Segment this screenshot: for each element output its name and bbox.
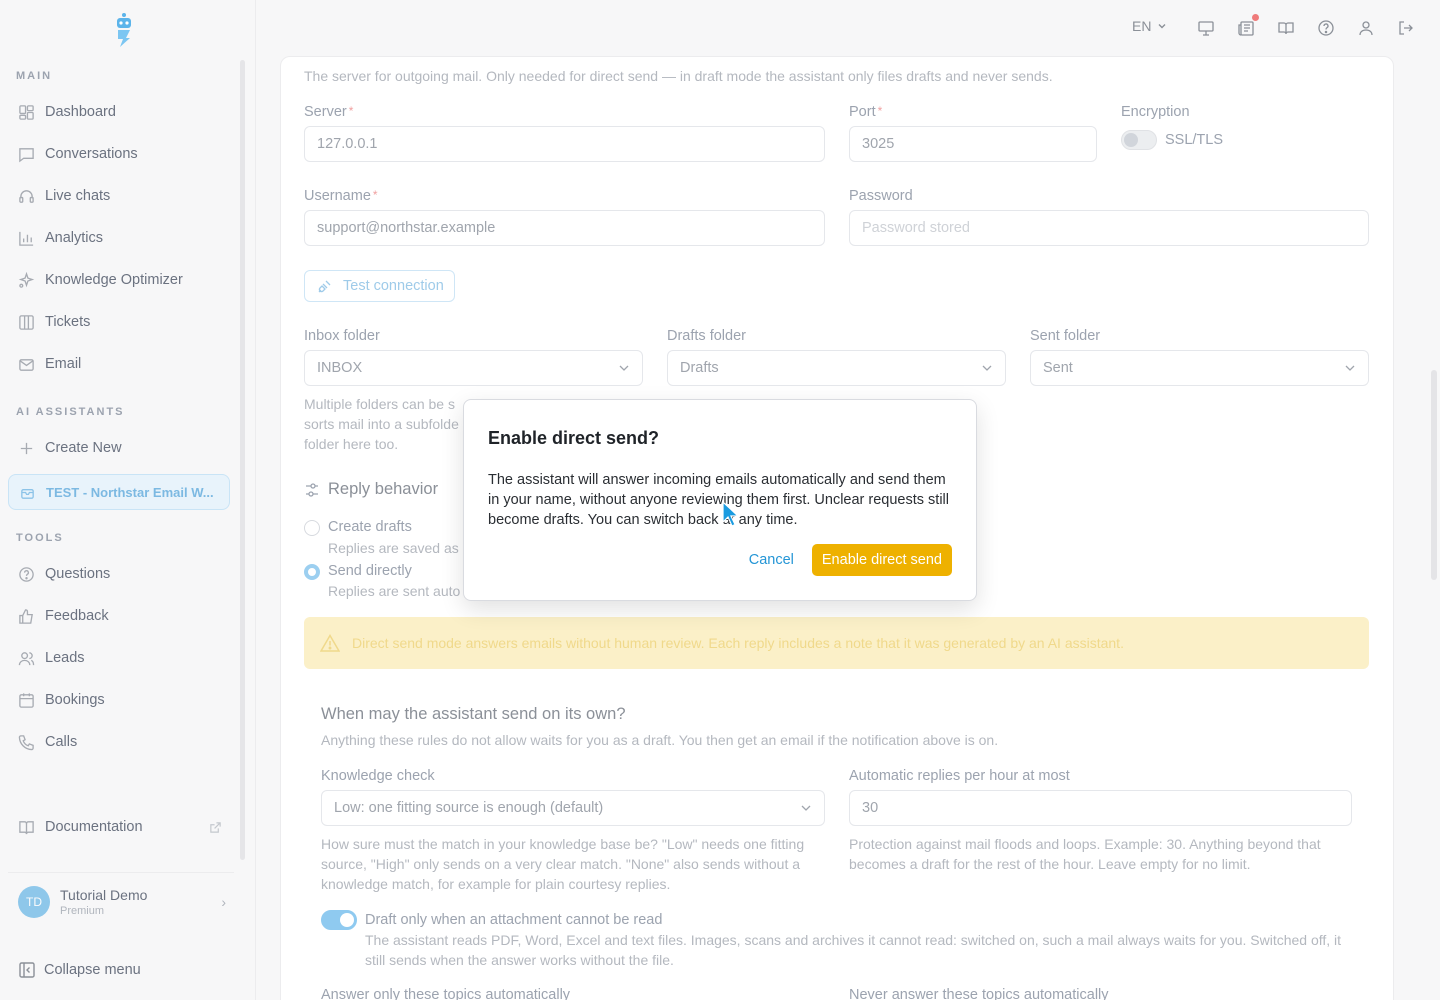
mouse-cursor-icon xyxy=(722,500,740,527)
dialog-title: Enable direct send? xyxy=(488,428,660,448)
enable-direct-send-button[interactable]: Enable direct send xyxy=(811,544,952,576)
enable-direct-send-dialog: Enable direct send? The assistant will a… xyxy=(463,399,977,601)
cancel-button[interactable]: Cancel xyxy=(741,544,802,576)
dialog-body: The assistant will answer incoming email… xyxy=(488,472,949,528)
dialog-actions: Cancel Enable direct send xyxy=(741,544,952,576)
